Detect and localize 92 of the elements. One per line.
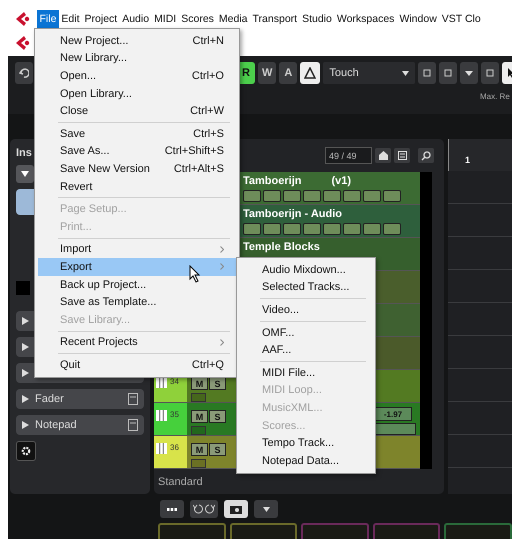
- menu-item[interactable]: Notepad Data...: [240, 452, 372, 470]
- automation-mode-dropdown[interactable]: Touch: [323, 62, 416, 84]
- track-toggle-button[interactable]: S: [209, 410, 226, 423]
- track-number: 34: [170, 377, 179, 386]
- track-name: Tamboerijn - Audio: [243, 208, 342, 220]
- menu-item-label: Tempo Track...: [262, 437, 334, 450]
- menu-item-label: Scores...: [262, 420, 306, 432]
- menu-item-label: Print...: [60, 220, 92, 233]
- menu-item[interactable]: Open Library...: [38, 84, 236, 102]
- menu-item-label: Recent Projects: [60, 336, 138, 348]
- max-label: Max. Re: [480, 92, 511, 101]
- menu-item[interactable]: Window: [396, 10, 440, 28]
- menu-item-label: Close: [60, 105, 88, 118]
- automation-button[interactable]: W: [258, 62, 276, 84]
- menu-item-label: Quit: [60, 358, 80, 371]
- menu-item[interactable]: File: [37, 10, 59, 28]
- ruler-marker: 1: [465, 155, 470, 165]
- track-number: 36: [170, 443, 179, 452]
- menu-item-label: Notepad Data...: [262, 454, 340, 467]
- inspector-title: Ins: [16, 147, 32, 159]
- menu-item-label: Back up Project...: [60, 278, 146, 291]
- menu-item[interactable]: Selected Tracks...: [240, 278, 372, 296]
- track-name: Temple Blocks: [243, 241, 320, 253]
- track-toggle-button[interactable]: S: [209, 377, 226, 390]
- menu-item-label: Import: [60, 243, 92, 256]
- track-count-field[interactable]: 49 / 49: [325, 147, 372, 164]
- menu-item[interactable]: New Library...: [38, 50, 236, 68]
- menu-item[interactable]: Video...: [240, 301, 372, 319]
- menu-item-label: OMF...: [262, 326, 294, 339]
- track-value-field[interactable]: -1.97: [374, 407, 412, 421]
- inspector-section[interactable]: Fader: [16, 389, 144, 409]
- track-toggle-button[interactable]: M: [191, 377, 208, 390]
- menu-item[interactable]: Studio: [300, 10, 334, 28]
- menu-item[interactable]: Close Ctrl+W: [38, 102, 236, 120]
- menu-item[interactable]: Workspaces: [334, 10, 397, 28]
- automation-button[interactable]: A: [279, 62, 298, 84]
- section-label: Notepad: [35, 419, 78, 431]
- shortcut-label: Ctrl+O: [192, 70, 224, 82]
- menu-item[interactable]: OMF...: [240, 324, 372, 342]
- track-number: 35: [170, 410, 179, 419]
- shortcut-label: Ctrl+W: [190, 105, 224, 118]
- menu-item-label: Save: [60, 128, 86, 140]
- menu-item[interactable]: Transport: [250, 10, 300, 28]
- menu-item-label: Save As...: [60, 145, 110, 158]
- menu-item[interactable]: Edit: [58, 10, 82, 28]
- menu-item-label: New Project...: [60, 34, 128, 47]
- menu-item-label: Video...: [262, 304, 300, 316]
- menu-item-label: Save Library...: [60, 314, 130, 326]
- shortcut-label: Ctrl+Shift+S: [164, 145, 224, 158]
- menu-item-label: MIDI File...: [262, 366, 316, 379]
- track-list-footer: Standard: [154, 470, 444, 494]
- menu-item[interactable]: MIDI: [152, 10, 179, 28]
- shortcut-label: Ctrl+Alt+S: [174, 162, 224, 175]
- track-toggle-button[interactable]: M: [191, 443, 208, 456]
- shortcut-label: Ctrl+N: [192, 34, 224, 47]
- track-toggle-button[interactable]: S: [209, 443, 226, 456]
- menu-item-label: Revert: [60, 180, 92, 193]
- menu-item[interactable]: VST Clo: [439, 10, 484, 28]
- menu-item[interactable]: New Project... Ctrl+N: [38, 32, 236, 50]
- track-toggle-button[interactable]: M: [191, 410, 208, 423]
- menu-item[interactable]: Open... Ctrl+O: [38, 67, 236, 85]
- menu-item[interactable]: AAF...: [240, 341, 372, 359]
- menu-item[interactable]: Quit Ctrl+Q: [38, 356, 236, 374]
- menu-item-label: MIDI Loop...: [262, 384, 322, 396]
- section-label: Fader: [35, 393, 65, 405]
- menu-item[interactable]: Scores: [178, 10, 216, 28]
- menu-item[interactable]: Save As... Ctrl+Shift+S: [38, 142, 236, 160]
- menu-item[interactable]: Media: [216, 10, 250, 28]
- menu-item[interactable]: MIDI File...: [240, 364, 372, 382]
- menu-item[interactable]: Audio: [120, 10, 152, 28]
- track-name: Tamboerijn: [243, 175, 302, 187]
- menu-item-label: AAF...: [262, 344, 292, 356]
- menu-item-label: Export: [60, 260, 92, 273]
- menu-item[interactable]: Project: [82, 10, 120, 28]
- menu-item-label: Selected Tracks...: [262, 281, 350, 294]
- menu-item[interactable]: Tempo Track...: [240, 434, 372, 452]
- track-version: (v1): [331, 175, 352, 187]
- menu-item[interactable]: Export: [38, 258, 236, 276]
- menu-item-label: MusicXML...: [262, 402, 323, 414]
- menu-item-label: Open...: [60, 70, 96, 82]
- menu-item-label: Save New Version: [60, 162, 150, 175]
- menu-item[interactable]: Save Ctrl+S: [38, 124, 236, 143]
- menu-item[interactable]: Recent Projects: [38, 334, 236, 352]
- menu-item[interactable]: Save as Template...: [38, 293, 236, 311]
- menu-item-label: Save as Template...: [60, 296, 156, 308]
- menu-item[interactable]: Back up Project...: [38, 276, 236, 294]
- menu-item-label: Open Library...: [60, 88, 132, 100]
- menu-item-label: New Library...: [60, 52, 128, 64]
- inspector-section[interactable]: Notepad: [16, 415, 144, 435]
- menu-item-label: Page Setup...: [60, 203, 127, 216]
- shortcut-label: Ctrl+Q: [192, 358, 224, 371]
- shortcut-label: Ctrl+S: [193, 128, 224, 140]
